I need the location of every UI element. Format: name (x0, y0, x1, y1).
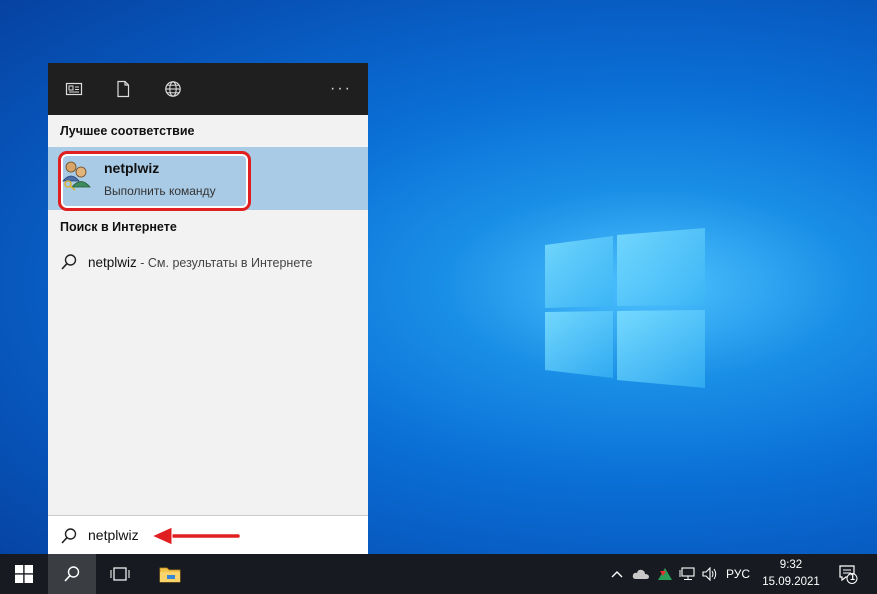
annotation-arrow-search-box (150, 526, 241, 546)
best-match-heading: Лучшее соответствие (60, 124, 195, 138)
web-result-text: netplwiz - См. результаты в Интернете (88, 255, 312, 270)
web-search-heading: Поиск в Интернете (60, 220, 177, 234)
search-icon (64, 566, 80, 582)
notification-count: 1 (850, 572, 856, 582)
task-view-icon (110, 567, 130, 581)
taskbar: РУС 9:32 15.09.2021 1 (0, 554, 877, 594)
more-options-button[interactable]: ··· (330, 77, 352, 101)
web-result-query: netplwiz (88, 255, 137, 270)
chevron-up-icon[interactable] (609, 554, 625, 594)
users-key-icon (61, 159, 91, 191)
action-center-button[interactable]: 1 (833, 554, 863, 594)
search-icon (60, 253, 78, 271)
search-icon (60, 527, 78, 545)
start-button[interactable] (0, 554, 48, 594)
security-status-icon[interactable] (655, 554, 675, 594)
flyout-header: ··· (48, 63, 368, 115)
web-search-result[interactable]: netplwiz - См. результаты в Интернете (48, 247, 368, 279)
search-input-value: netplwiz (88, 527, 139, 543)
search-flyout: ··· Лучшее соответствие netplwiz Выполни… (48, 63, 368, 555)
file-icon[interactable] (111, 77, 135, 101)
windows-start-icon (15, 565, 33, 583)
taskbar-search-button[interactable] (48, 554, 96, 594)
best-match-result[interactable]: netplwiz Выполнить команду (48, 147, 368, 211)
globe-icon[interactable] (161, 77, 185, 101)
web-result-suffix: - См. результаты в Интернете (136, 256, 313, 270)
onedrive-cloud-icon[interactable] (631, 554, 651, 594)
document-view-icon[interactable] (62, 77, 86, 101)
best-match-name: netplwiz (104, 160, 160, 176)
windows-wallpaper-logo (545, 228, 705, 388)
best-match-subtitle: Выполнить команду (104, 184, 216, 198)
task-view-button[interactable] (96, 554, 144, 594)
network-icon[interactable] (677, 554, 697, 594)
system-tray: РУС 9:32 15.09.2021 1 (587, 554, 877, 594)
clock-time: 9:32 (779, 559, 803, 571)
folder-icon (159, 567, 181, 583)
language-indicator[interactable]: РУС (723, 554, 753, 594)
clock[interactable]: 9:32 15.09.2021 (760, 557, 822, 591)
volume-icon[interactable] (700, 554, 720, 594)
file-explorer-button[interactable] (146, 554, 194, 594)
clock-date: 15.09.2021 (762, 576, 820, 588)
